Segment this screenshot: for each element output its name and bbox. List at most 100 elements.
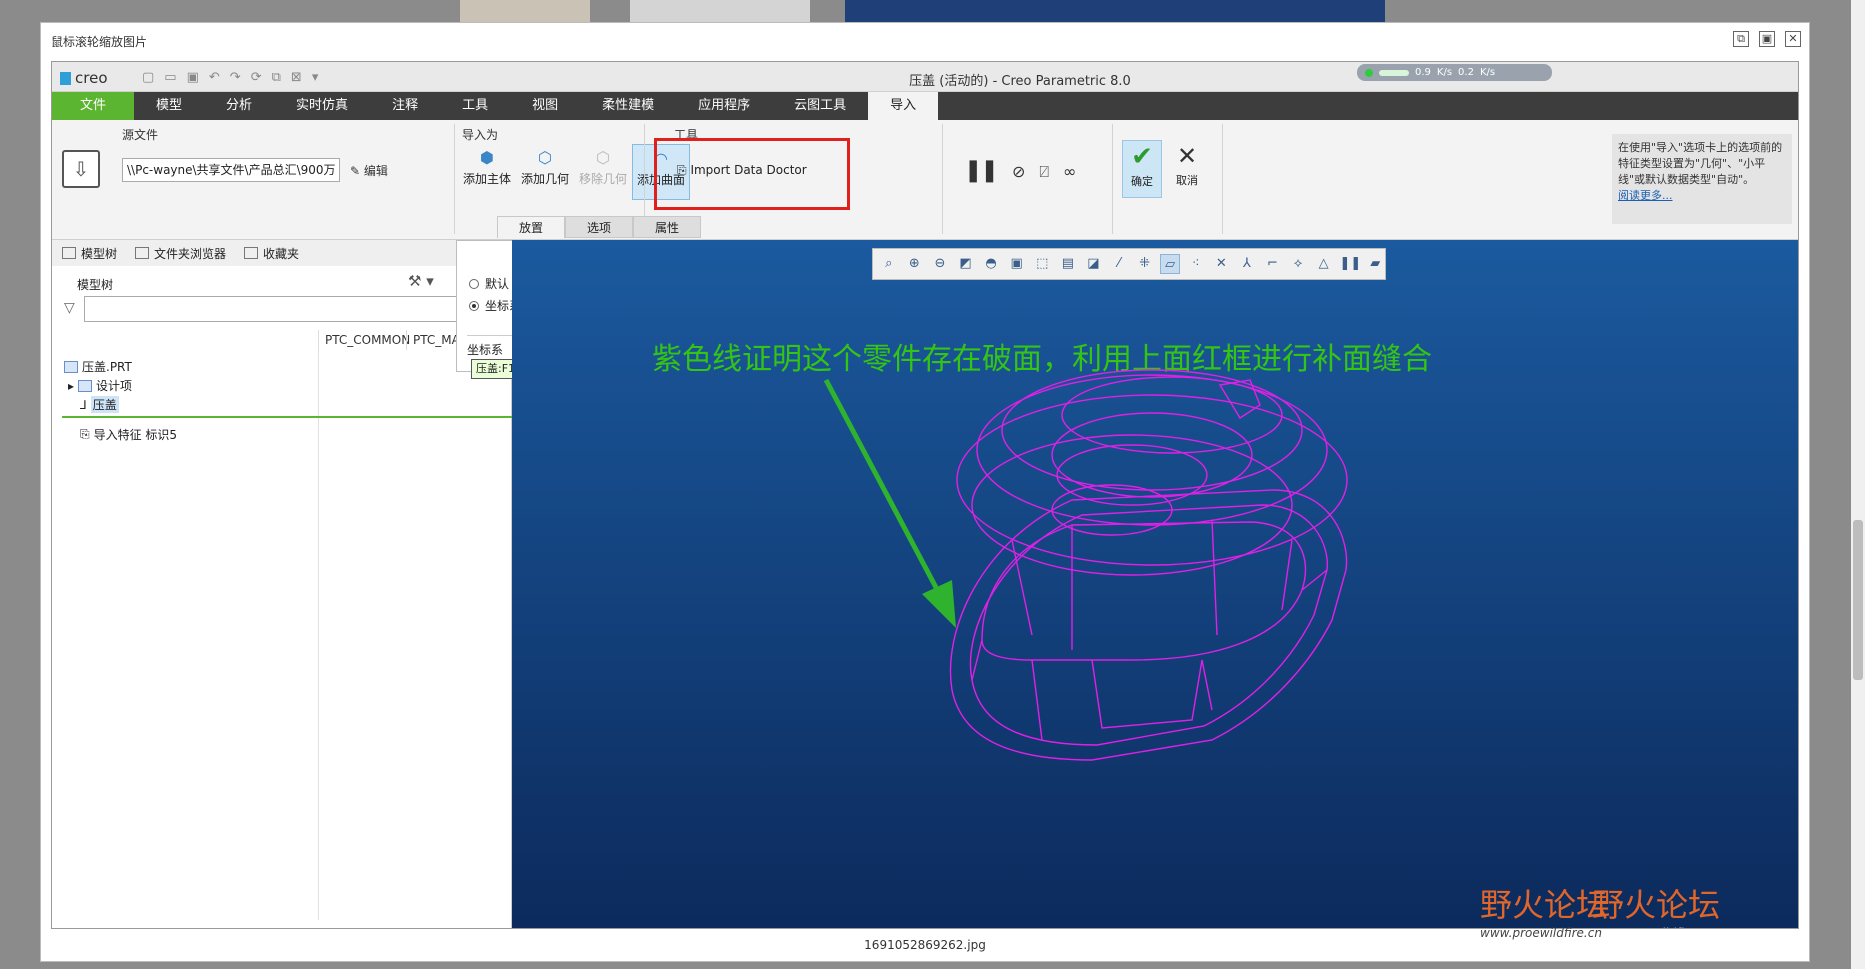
glasses-icon[interactable]: ∞ (1063, 162, 1076, 182)
background-thumbnail (845, 0, 1385, 22)
csys-icon: ⅃ (80, 397, 87, 412)
help-panel: 在使用"导入"选项卡上的选项前的特征类型设置为"几何"、"小平线"或默认数据类型… (1612, 134, 1792, 224)
column-divider (318, 330, 319, 920)
tab-model[interactable]: 模型 (134, 92, 204, 120)
divider (942, 124, 943, 234)
filter-icon[interactable]: ▽ (64, 300, 75, 316)
tree-item-import-feature[interactable]: ⎘ 导入特征 标识5 (80, 426, 177, 443)
no-preview-icon[interactable]: ⊘ (1012, 162, 1025, 182)
read-more-link[interactable]: 阅读更多... (1618, 188, 1786, 204)
fit-window-icon[interactable]: ▣ (1759, 31, 1775, 47)
import-as-group-label: 导入为 (462, 128, 499, 142)
subtab-options[interactable]: 选项 (565, 216, 633, 238)
add-geometry-label: 添加几何 (520, 172, 569, 186)
tree-item-label: 设计项 (96, 379, 133, 393)
radio-button-selected[interactable] (469, 300, 479, 311)
creo-screenshot: creo ▢ ▭ ▣ ↶ ↷ ⟳ ⧉ ⊠ ▾ 压盖 (活动的) - Creo P… (51, 61, 1799, 929)
star-icon (244, 247, 259, 259)
pencil-icon: ✎ (350, 164, 361, 178)
tree-item-part[interactable]: 压盖.PRT (64, 358, 132, 375)
popout-icon[interactable]: ⧉ (1733, 31, 1749, 47)
edit-button[interactable]: ✎ 编辑 (350, 162, 388, 179)
highlight-box: ⎘ Import Data Doctor (654, 138, 850, 210)
graphics-viewport[interactable]: ⌕ ⊕ ⊖ ◩ ◓ ▣ ⬚ ▤ ◪ ⁄ ⁜ ▱ ⁖ ✕ ⅄ ⌐ ⟡ △ ❚❚ ▰ (512, 240, 1798, 928)
tab-live-simulation[interactable]: 实时仿真 (274, 92, 370, 120)
wireframe-model (823, 369, 1348, 761)
cancel-button[interactable]: ✕ 取消 (1167, 140, 1207, 198)
design-items-icon (78, 379, 93, 392)
tree-item-label: 导入特征 标识5 (93, 428, 178, 442)
tab-import[interactable]: 导入 (868, 92, 939, 120)
source-file-icon[interactable]: ⇩ (62, 150, 100, 188)
add-body-label: 添加主体 (462, 172, 511, 186)
tab-model-tree-label: 模型树 (81, 246, 118, 261)
tree-item-label: 压盖.PRT (82, 360, 132, 374)
viewer-title: 鼠标滚轮缩放图片 (51, 35, 148, 49)
upload-unit: K/s (1436, 67, 1453, 78)
remove-geometry-button[interactable]: ⬡ 移除几何 (574, 144, 632, 200)
ribbon-tabs: 文件 模型 分析 实时仿真 注释 工具 视图 柔性建模 应用程序 云图工具 导入 (52, 92, 1798, 120)
navigator-tabs: 模型树 文件夹浏览器 收藏夹 (52, 240, 511, 266)
watermark-brand: 野火论坛 (1480, 886, 1609, 924)
help-text: 在使用"导入"选项卡上的选项前的特征类型设置为"几何"、"小平线"或默认数据类型… (1618, 141, 1783, 186)
tree-item-csys[interactable]: ⅃ 压盖 (80, 396, 119, 413)
model-tree-icon (62, 247, 76, 259)
tab-cloud-tools[interactable]: 云图工具 (772, 92, 868, 120)
tab-view[interactable]: 视图 (510, 92, 580, 120)
close-icon: ✕ (1176, 142, 1198, 170)
tab-file[interactable]: 文件 (52, 92, 135, 120)
tab-favorites[interactable]: 收藏夹 (244, 245, 299, 262)
page-scrollbar[interactable] (1851, 0, 1865, 969)
tab-model-tree[interactable]: 模型树 (62, 245, 117, 262)
download-speed: 0.2 (1458, 67, 1474, 78)
subtab-properties[interactable]: 属性 (633, 216, 701, 238)
subtab-placement[interactable]: 放置 (497, 216, 565, 238)
column-header[interactable]: PTC_COMMON (318, 330, 410, 350)
ribbon-import: ⇩ 源文件 \\Pc-wayne\共享文件\产品总汇\900万 ✎ 编辑 导入为… (52, 120, 1798, 240)
source-path-field[interactable]: \\Pc-wayne\共享文件\产品总汇\900万 (122, 158, 340, 182)
tab-flexible-modeling[interactable]: 柔性建模 (580, 92, 676, 120)
tab-analysis[interactable]: 分析 (204, 92, 274, 120)
dashboard-subtabs: 放置 选项 属性 (497, 216, 701, 238)
image-filename: 1691052869262.jpg (864, 938, 986, 952)
image-viewer-window: 鼠标滚轮缩放图片 ⧉ ▣ ✕ creo ▢ ▭ ▣ ↶ ↷ ⟳ ⧉ ⊠ ▾ 压盖… (40, 22, 1810, 962)
radio-default[interactable]: 默认 (469, 275, 509, 292)
upload-speed: 0.9 (1415, 67, 1431, 78)
tab-annotate[interactable]: 注释 (370, 92, 440, 120)
tree-search-input[interactable] (84, 296, 512, 322)
viewer-controls: ⧉ ▣ ✕ (1733, 31, 1801, 47)
source-group-label: 源文件 (122, 128, 159, 142)
radio-default-label: 默认 (485, 277, 510, 291)
background-thumbnail (460, 0, 590, 22)
watermark-url: www.proewildfire.cn (1480, 926, 1602, 940)
tree-item-design-items[interactable]: ▸ 设计项 (68, 377, 132, 394)
tab-favorites-label: 收藏夹 (263, 246, 300, 261)
tree-filter: ▽ (62, 296, 512, 322)
tree-settings-icon[interactable]: ⚒ ▾ (408, 272, 434, 290)
tab-folder-browser-label: 文件夹浏览器 (154, 246, 227, 261)
insert-indicator (62, 416, 512, 418)
verify-icon[interactable]: ⍁ (1039, 162, 1049, 182)
watermark: 野火论坛 www.proewildfire.cn (1592, 880, 1721, 928)
watermark: 野火论坛 www.proewildfire.cn (1480, 880, 1608, 940)
close-icon[interactable]: ✕ (1785, 31, 1801, 47)
tab-applications[interactable]: 应用程序 (676, 92, 772, 120)
column-header[interactable]: PTC_MA (406, 330, 460, 350)
tab-tools[interactable]: 工具 (440, 92, 510, 120)
remove-geometry-icon: ⬡ (596, 148, 610, 167)
add-geometry-button[interactable]: ⬡ 添加几何 (516, 144, 574, 200)
edit-label: 编辑 (363, 164, 388, 178)
watermark-brand: 野火论坛 (1592, 886, 1721, 924)
ok-button[interactable]: ✔ 确定 (1122, 140, 1162, 198)
tab-folder-browser[interactable]: 文件夹浏览器 (135, 245, 226, 262)
add-body-button[interactable]: ⬢ 添加主体 (458, 144, 516, 200)
feature-tools: ⊘ ⍁ ∞ (1012, 162, 1076, 182)
pause-icon[interactable]: ❚❚ (964, 158, 999, 183)
scrollbar-thumb[interactable] (1853, 520, 1863, 680)
import-feature-icon: ⎘ (80, 427, 90, 441)
radio-button[interactable] (469, 278, 479, 289)
divider (454, 124, 455, 234)
import-data-doctor-button[interactable]: ⎘ Import Data Doctor (677, 163, 807, 178)
remove-geometry-label: 移除几何 (578, 172, 627, 186)
expand-arrow-icon[interactable]: ▸ (68, 379, 74, 393)
